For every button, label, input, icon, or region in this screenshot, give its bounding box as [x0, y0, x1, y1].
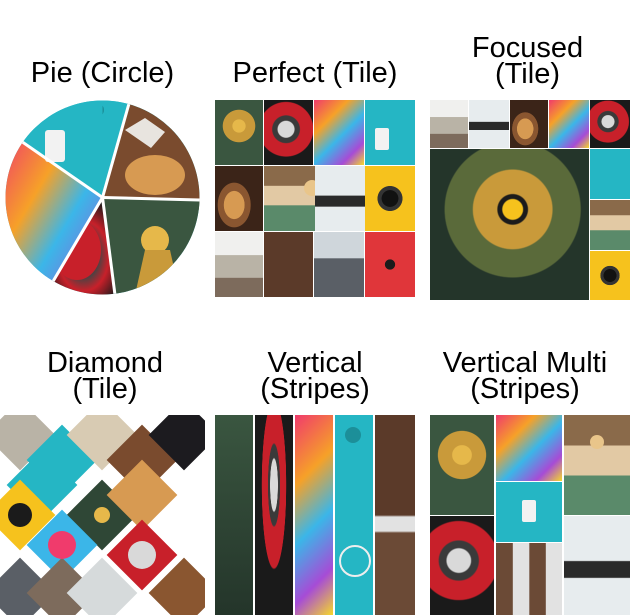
- layout-vertical-stripes[interactable]: Vertical (Stripes): [210, 330, 420, 615]
- layout-title: Vertical (Stripes): [260, 347, 370, 405]
- layout-vertical-multi-stripes[interactable]: Vertical Multi (Stripes): [420, 330, 630, 615]
- layout-title: Focused (Tile): [471, 32, 584, 90]
- layout-diamond-tile[interactable]: Diamond (Tile): [0, 330, 210, 615]
- diamond-collage-thumbnail: [0, 415, 205, 615]
- layout-perfect-tile[interactable]: Perfect (Tile): [210, 0, 420, 300]
- focused-main-photo: [430, 149, 589, 300]
- layout-title: Perfect (Tile): [232, 57, 398, 89]
- perfect-collage-thumbnail: [215, 100, 415, 297]
- pie-collage-thumbnail: [5, 100, 200, 295]
- vertical-multi-collage-thumbnail: [430, 415, 630, 615]
- focused-collage-thumbnail: [430, 100, 630, 300]
- vertical-collage-thumbnail: [215, 415, 415, 615]
- layout-pie-circle[interactable]: Pie (Circle): [0, 0, 205, 300]
- layout-focused-tile[interactable]: Focused (Tile): [425, 0, 630, 300]
- layout-title: Pie (Circle): [30, 57, 175, 89]
- layout-title: Vertical Multi (Stripes): [442, 347, 608, 405]
- layout-title: Diamond (Tile): [46, 347, 164, 405]
